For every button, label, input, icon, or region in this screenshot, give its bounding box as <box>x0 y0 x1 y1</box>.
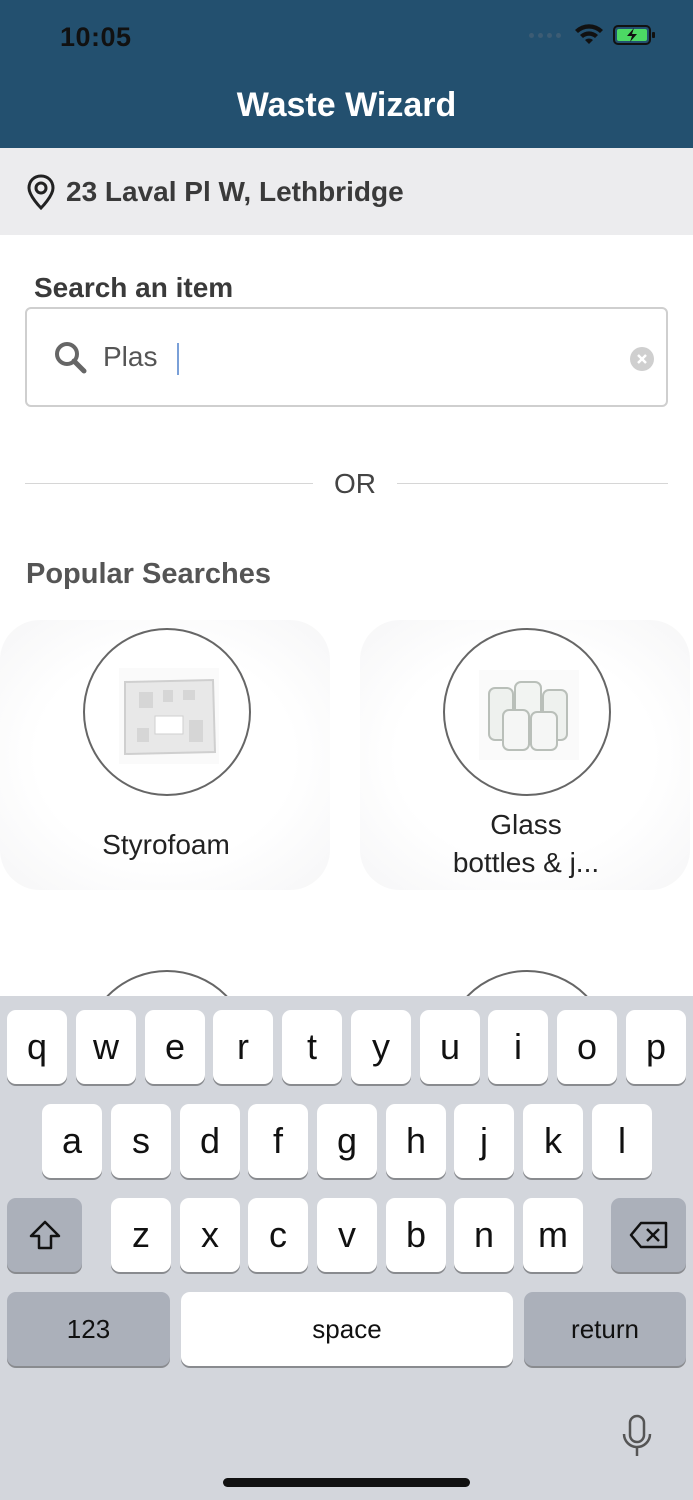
key-a[interactable]: a <box>42 1104 102 1178</box>
status-time: 10:05 <box>60 22 132 52</box>
key-c[interactable]: c <box>248 1198 308 1272</box>
key-s[interactable]: s <box>111 1104 171 1178</box>
clear-search-button[interactable] <box>630 347 654 371</box>
delete-key[interactable] <box>611 1198 686 1272</box>
key-n[interactable]: n <box>454 1198 514 1272</box>
key-q[interactable]: q <box>7 1010 67 1084</box>
app-header: 10:05 Waste Wizard <box>0 0 693 148</box>
divider-text: OR <box>334 468 376 499</box>
glass-label-line1: Glass <box>490 809 562 840</box>
key-o[interactable]: o <box>557 1010 617 1084</box>
key-p[interactable]: p <box>626 1010 686 1084</box>
location-pin-icon <box>27 173 55 210</box>
home-indicator[interactable] <box>223 1478 470 1487</box>
shift-icon <box>29 1220 60 1250</box>
wifi-icon <box>575 24 603 44</box>
key-e[interactable]: e <box>145 1010 205 1084</box>
popular-item-styrofoam[interactable]: Styrofoam <box>0 620 330 890</box>
battery-charging-icon <box>613 25 655 45</box>
styrofoam-image <box>83 628 251 796</box>
status-icons <box>529 24 657 46</box>
key-w[interactable]: w <box>76 1010 136 1084</box>
key-j[interactable]: j <box>454 1104 514 1178</box>
key-h[interactable]: h <box>386 1104 446 1178</box>
close-icon <box>637 354 647 364</box>
backspace-icon <box>629 1221 667 1249</box>
key-y[interactable]: y <box>351 1010 411 1084</box>
key-u[interactable]: u <box>420 1010 480 1084</box>
popular-item-glass[interactable]: Glass bottles & j... <box>360 620 690 890</box>
divider-line-right <box>397 483 668 484</box>
on-screen-keyboard: q w e r t y u i o p a s d f g h j k l z … <box>0 996 693 1500</box>
return-key[interactable]: return <box>524 1292 686 1366</box>
microphone-icon[interactable] <box>621 1414 653 1460</box>
key-x[interactable]: x <box>180 1198 240 1272</box>
glass-jars-image <box>443 628 611 796</box>
numbers-key[interactable]: 123 <box>7 1292 170 1366</box>
key-i[interactable]: i <box>488 1010 548 1084</box>
key-r[interactable]: r <box>213 1010 273 1084</box>
key-l[interactable]: l <box>592 1104 652 1178</box>
app-title: Waste Wizard <box>236 86 457 124</box>
key-d[interactable]: d <box>180 1104 240 1178</box>
key-g[interactable]: g <box>317 1104 377 1178</box>
popular-searches-title: Popular Searches <box>26 558 271 590</box>
text-caret <box>177 343 179 375</box>
key-v[interactable]: v <box>317 1198 377 1272</box>
glass-label-line2: bottles & j... <box>452 847 600 878</box>
key-b[interactable]: b <box>386 1198 446 1272</box>
key-t[interactable]: t <box>282 1010 342 1084</box>
location-bar[interactable]: 23 Laval Pl W, Lethbridge <box>0 148 693 235</box>
key-f[interactable]: f <box>248 1104 308 1178</box>
cellular-signal-icon <box>529 32 561 38</box>
search-label: Search an item <box>34 272 234 303</box>
search-field[interactable] <box>25 307 668 407</box>
key-m[interactable]: m <box>523 1198 583 1272</box>
styrofoam-label: Styrofoam <box>102 829 230 860</box>
shift-key[interactable] <box>7 1198 82 1272</box>
key-k[interactable]: k <box>523 1104 583 1178</box>
space-key[interactable]: space <box>181 1292 513 1366</box>
key-z[interactable]: z <box>111 1198 171 1272</box>
divider-line-left <box>25 483 313 484</box>
search-icon <box>55 342 87 374</box>
address-text: 23 Laval Pl W, Lethbridge <box>66 175 404 207</box>
